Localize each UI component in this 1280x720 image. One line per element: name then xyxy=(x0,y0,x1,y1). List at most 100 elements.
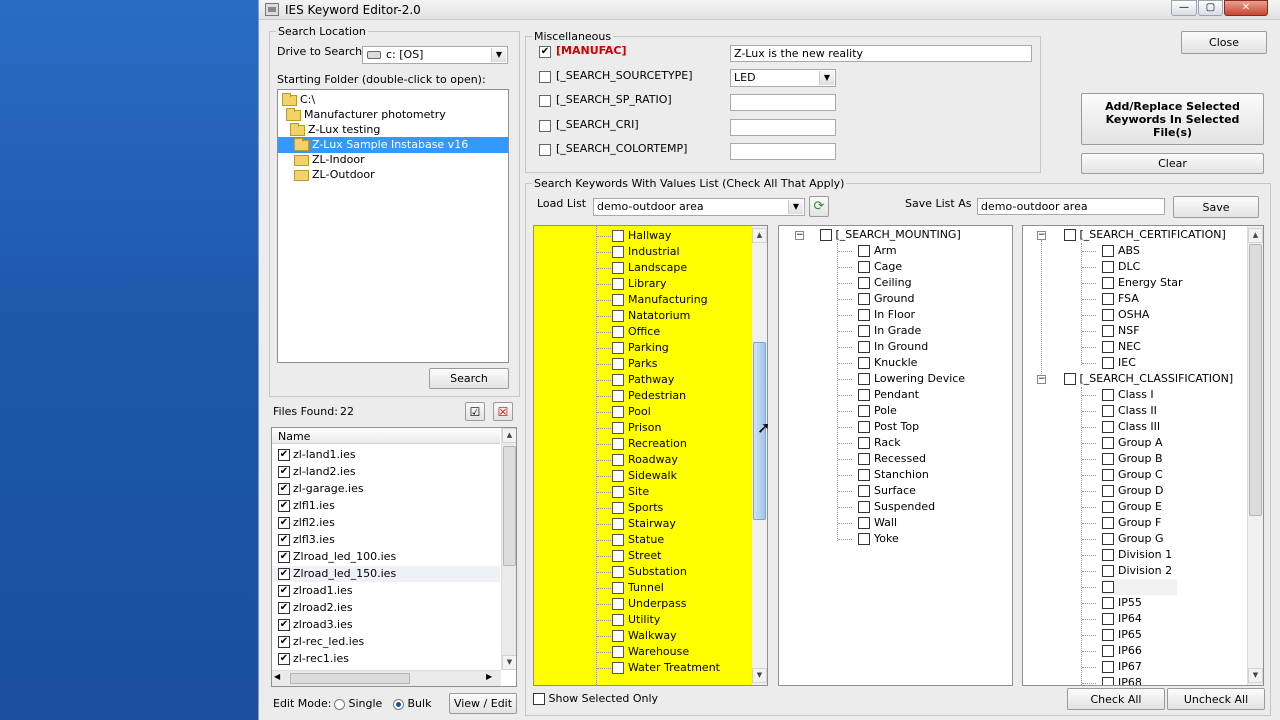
checkbox[interactable] xyxy=(612,390,624,402)
keyword-item[interactable]: Class II xyxy=(1102,403,1157,419)
checkbox[interactable] xyxy=(1102,325,1114,337)
chevron-down-icon[interactable]: ▼ xyxy=(491,48,506,62)
keyword-item[interactable]: Cage xyxy=(858,259,902,275)
folder-item[interactable]: Z-Lux testing xyxy=(290,122,380,138)
checkbox[interactable] xyxy=(612,230,624,242)
keyword-item[interactable]: FSA xyxy=(1102,291,1139,307)
checkbox[interactable] xyxy=(1102,341,1114,353)
keyword-item[interactable]: Recessed xyxy=(858,451,926,467)
keyword-item[interactable]: In Ground xyxy=(858,339,928,355)
checkbox[interactable] xyxy=(1102,309,1114,321)
checkbox[interactable] xyxy=(612,246,624,258)
classification-category[interactable]: [_SEARCH_CLASSIFICATION] xyxy=(1064,371,1233,387)
file-row[interactable]: Zlroad_led_150.ies xyxy=(272,566,500,582)
checkbox[interactable] xyxy=(858,501,870,513)
checkbox[interactable] xyxy=(1102,277,1114,289)
checkbox[interactable] xyxy=(612,406,624,418)
chevron-down-icon[interactable]: ▼ xyxy=(788,200,803,214)
keyword-item[interactable]: IP65 xyxy=(1102,627,1142,643)
keyword-value-input[interactable] xyxy=(730,94,836,111)
checkbox[interactable] xyxy=(858,325,870,337)
checkbox[interactable] xyxy=(1102,629,1114,641)
checkbox[interactable] xyxy=(612,614,624,626)
keyword-checkbox[interactable] xyxy=(539,95,551,107)
keyword-item[interactable]: Natatorium xyxy=(612,308,690,324)
checkbox[interactable] xyxy=(612,550,624,562)
keyword-item[interactable]: ABS xyxy=(1102,243,1140,259)
keyword-item[interactable]: Group G xyxy=(1102,531,1164,547)
checkbox[interactable] xyxy=(1102,469,1114,481)
file-list[interactable]: Name zl-land1.ies zl-land2.ies zl-garage.i… xyxy=(271,427,517,687)
checkbox-checked[interactable] xyxy=(278,619,290,631)
scroll-thumb[interactable] xyxy=(503,446,516,566)
scroll-down-icon[interactable]: ▼ xyxy=(752,668,767,683)
keyword-item[interactable]: Group B xyxy=(1102,451,1163,467)
column-name-header[interactable]: Name xyxy=(278,430,310,443)
keyword-item[interactable]: Recreation xyxy=(612,436,687,452)
application-keyword-tree[interactable]: Hallway Industrial Landscape Library Manufac… xyxy=(533,225,768,686)
checkbox[interactable] xyxy=(612,342,624,354)
checkbox[interactable] xyxy=(858,405,870,417)
keyword-item[interactable]: IEC xyxy=(1102,355,1136,371)
view-edit-button[interactable]: View / Edit xyxy=(449,693,517,714)
keyword-value-input[interactable] xyxy=(730,143,836,160)
file-row[interactable]: zl-land2.ies xyxy=(272,464,500,480)
keyword-item[interactable]: Group E xyxy=(1102,499,1162,515)
checkbox[interactable] xyxy=(1064,373,1076,385)
checkbox[interactable] xyxy=(1102,533,1114,545)
save-button[interactable]: Save xyxy=(1173,196,1259,218)
keyword-item[interactable]: Office xyxy=(612,324,660,340)
keyword-item[interactable]: Rack xyxy=(858,435,901,451)
checkbox[interactable] xyxy=(1102,661,1114,673)
keyword-item[interactable]: Division 2 xyxy=(1102,563,1172,579)
checkbox[interactable] xyxy=(612,438,624,450)
keyword-item[interactable]: Pathway xyxy=(612,372,674,388)
keyword-item[interactable]: Class III xyxy=(1102,419,1160,435)
checkbox-checked[interactable] xyxy=(278,636,290,648)
keyword-item[interactable]: DLC xyxy=(1102,259,1140,275)
file-list-hscrollbar[interactable]: ◀ ▶ xyxy=(272,670,501,686)
scroll-right-icon[interactable]: ▶ xyxy=(486,672,492,681)
keyword-item[interactable]: Stanchion xyxy=(858,467,929,483)
keyword-item[interactable]: Group C xyxy=(1102,467,1163,483)
checkbox[interactable] xyxy=(1102,453,1114,465)
file-row[interactable]: zl-land1.ies xyxy=(272,447,500,463)
show-selected-only-checkbox[interactable]: Show Selected Only xyxy=(533,692,658,705)
keyword-item[interactable]: Suspended xyxy=(858,499,935,515)
load-list-select[interactable]: demo-outdoor area ▼ xyxy=(593,198,805,216)
checkbox[interactable] xyxy=(1102,677,1114,685)
checkbox[interactable] xyxy=(612,262,624,274)
keyword-item[interactable]: OSHA xyxy=(1102,307,1149,323)
keyword-item[interactable]: Prison xyxy=(612,420,661,436)
keyword-item[interactable]: Class I xyxy=(1102,387,1154,403)
keyword-item[interactable]: IP68 xyxy=(1102,675,1142,685)
checkbox-checked[interactable] xyxy=(278,602,290,614)
keyword-item[interactable]: Wall xyxy=(858,515,897,531)
keyword-item[interactable]: NSF xyxy=(1102,323,1140,339)
checkbox[interactable] xyxy=(612,630,624,642)
keyword-item[interactable]: Pole xyxy=(858,403,897,419)
keyword-item[interactable]: Ground xyxy=(858,291,914,307)
keyword-item[interactable]: Pool xyxy=(612,404,651,420)
checkbox[interactable] xyxy=(612,374,624,386)
checkbox[interactable] xyxy=(858,341,870,353)
keyword-item[interactable]: IP55 xyxy=(1102,595,1142,611)
keyword-value-input[interactable]: Z-Lux is the new reality xyxy=(730,45,1032,62)
drive-select[interactable]: c: [OS] ▼ xyxy=(362,46,508,64)
checkbox-checked[interactable] xyxy=(278,585,290,597)
check-all-files-icon[interactable]: ☑ xyxy=(465,402,485,421)
keyword-checkbox[interactable] xyxy=(539,119,551,132)
checkbox[interactable] xyxy=(612,566,624,578)
certification-keyword-tree[interactable]: − [_SEARCH_CERTIFICATION] ABS DLC Energy S… xyxy=(1022,225,1264,686)
keyword-item[interactable] xyxy=(1102,579,1177,595)
application-tree-vscrollbar[interactable]: ▲ ▼ xyxy=(751,226,767,685)
keyword-item[interactable]: Library xyxy=(612,276,666,292)
checkbox[interactable] xyxy=(1102,581,1114,593)
checkbox[interactable] xyxy=(858,277,870,289)
file-list-vscrollbar[interactable]: ▲ ▼ xyxy=(501,428,516,670)
checkbox[interactable] xyxy=(858,389,870,401)
scroll-up-icon[interactable]: ▲ xyxy=(1248,228,1263,243)
scroll-thumb[interactable] xyxy=(1249,244,1262,516)
checkbox[interactable] xyxy=(612,278,624,290)
keyword-item[interactable]: Division 1 xyxy=(1102,547,1172,563)
